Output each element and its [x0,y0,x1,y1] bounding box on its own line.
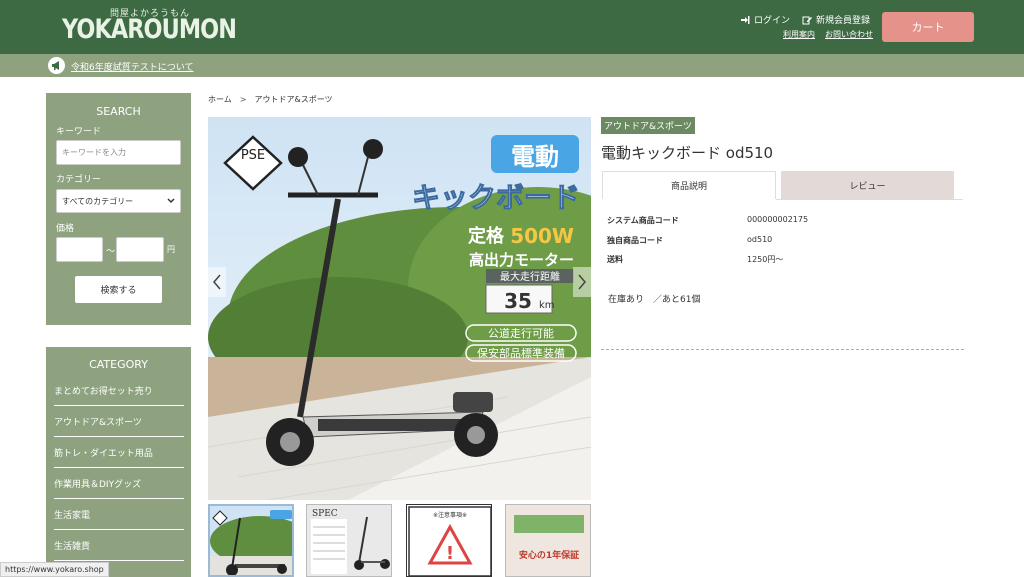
category-label: カテゴリー [56,175,102,185]
guide-link[interactable]: 利用案内 [783,29,815,40]
category-panel: CATEGORY まとめてお得セット売り アウトドア&スポーツ 筋トレ・ダイエッ… [46,347,191,577]
next-arrow-button[interactable] [573,267,591,297]
megaphone-icon [48,57,65,74]
thumbnail[interactable]: ※注意事項※ ! [406,504,492,577]
category-item[interactable]: アウトドア&スポーツ [54,406,184,437]
thumb-spec-title: SPEC [312,509,338,519]
tab-divider [776,199,963,200]
headline-text: キックボード [412,181,580,214]
category-item[interactable]: 作業用具＆DIYグッズ [54,468,184,499]
breadcrumb-current[interactable]: アウトドア&スポーツ [254,94,332,105]
contact-link[interactable]: お問い合わせ [825,29,873,40]
edit-icon [802,16,812,24]
tab-review[interactable]: レビュー [781,171,954,199]
register-label: 新規会員登録 [816,16,871,26]
spec-label: システム商品コード [607,216,679,225]
product-category-tag[interactable]: アウトドア&スポーツ [601,117,695,134]
tab-description[interactable]: 商品説明 [602,171,776,199]
search-panel: SEARCH キーワード キーワードを入力 カテゴリー すべてのカテゴリー 価格… [46,93,191,325]
thumbnail[interactable]: SPEC [306,504,392,577]
login-link[interactable]: ログイン [740,13,790,26]
breadcrumb: ホーム > アウトドア&スポーツ [208,94,333,105]
power-prefix: 定格 [468,225,505,247]
spec-value: 000000002175 [747,215,809,224]
spec-label: 送料 [607,255,623,264]
section-divider [601,349,964,350]
stock-status: 在庫あり ／あと61個 [608,295,701,305]
parts-text: 保安部品標準装備 [477,346,565,360]
motor-text: 高出力モーター [469,251,574,269]
search-title: SEARCH [96,105,141,118]
svg-text:!: ! [446,543,454,564]
spec-value: 1250円～ [747,255,784,264]
register-link[interactable]: 新規会員登録 [802,13,870,26]
browser-status-bar: https://www.yokaro.shop [0,562,109,577]
chevron-down-icon [167,198,175,204]
category-item[interactable]: 筋トレ・ダイエット用品 [54,437,184,468]
price-label: 価格 [56,224,75,234]
thumb-warranty-text: 安心の1年保証 [519,549,579,561]
range-label: 最大走行距離 [500,270,560,283]
pse-mark: PSE [241,148,265,163]
thumbnail[interactable]: 安心の1年保証 [505,504,591,577]
range-unit: km [539,300,555,311]
login-label: ログイン [754,16,791,26]
prev-arrow-button[interactable] [208,267,226,297]
keyword-input[interactable]: キーワードを入力 [56,140,181,165]
thumbnail[interactable] [208,504,294,577]
price-max-input[interactable] [116,237,164,262]
spec-value: od510 [747,235,773,244]
price-separator: ～ [106,247,116,257]
badge-text: 電動 [511,143,559,171]
thumb-caution-title: ※注意事項※ [433,511,467,519]
search-button[interactable]: 検索する [75,276,162,303]
price-min-input[interactable] [56,237,103,262]
cart-button[interactable]: カート [882,12,974,42]
category-item[interactable]: まとめてお得セット売り [54,375,184,406]
price-unit: 円 [167,245,175,254]
category-item[interactable]: 生活雑貨 [54,530,184,561]
notice-link[interactable]: 令和6年度試質テストについて [71,60,193,73]
road-text: 公道走行可能 [488,326,554,340]
breadcrumb-home[interactable]: ホーム [208,94,232,105]
login-icon [741,15,750,24]
category-select[interactable]: すべてのカテゴリー [56,189,181,213]
product-title: 電動キックボード od510 [601,144,774,162]
category-selected-value: すべてのカテゴリー [62,196,134,206]
breadcrumb-separator: > [239,95,247,104]
power-value: 500W [510,224,574,248]
product-main-image[interactable]: PSE 電動 キックボード 定格 500W 高出力モーター 最大走行距離 35 … [208,117,591,500]
site-logo[interactable]: YOKAROUMON [62,14,237,45]
category-item[interactable]: 生活家電 [54,499,184,530]
keyword-label: キーワード [56,127,102,137]
range-value: 35 [504,289,532,313]
spec-label: 独自商品コード [607,236,663,245]
category-title: CATEGORY [89,358,148,371]
